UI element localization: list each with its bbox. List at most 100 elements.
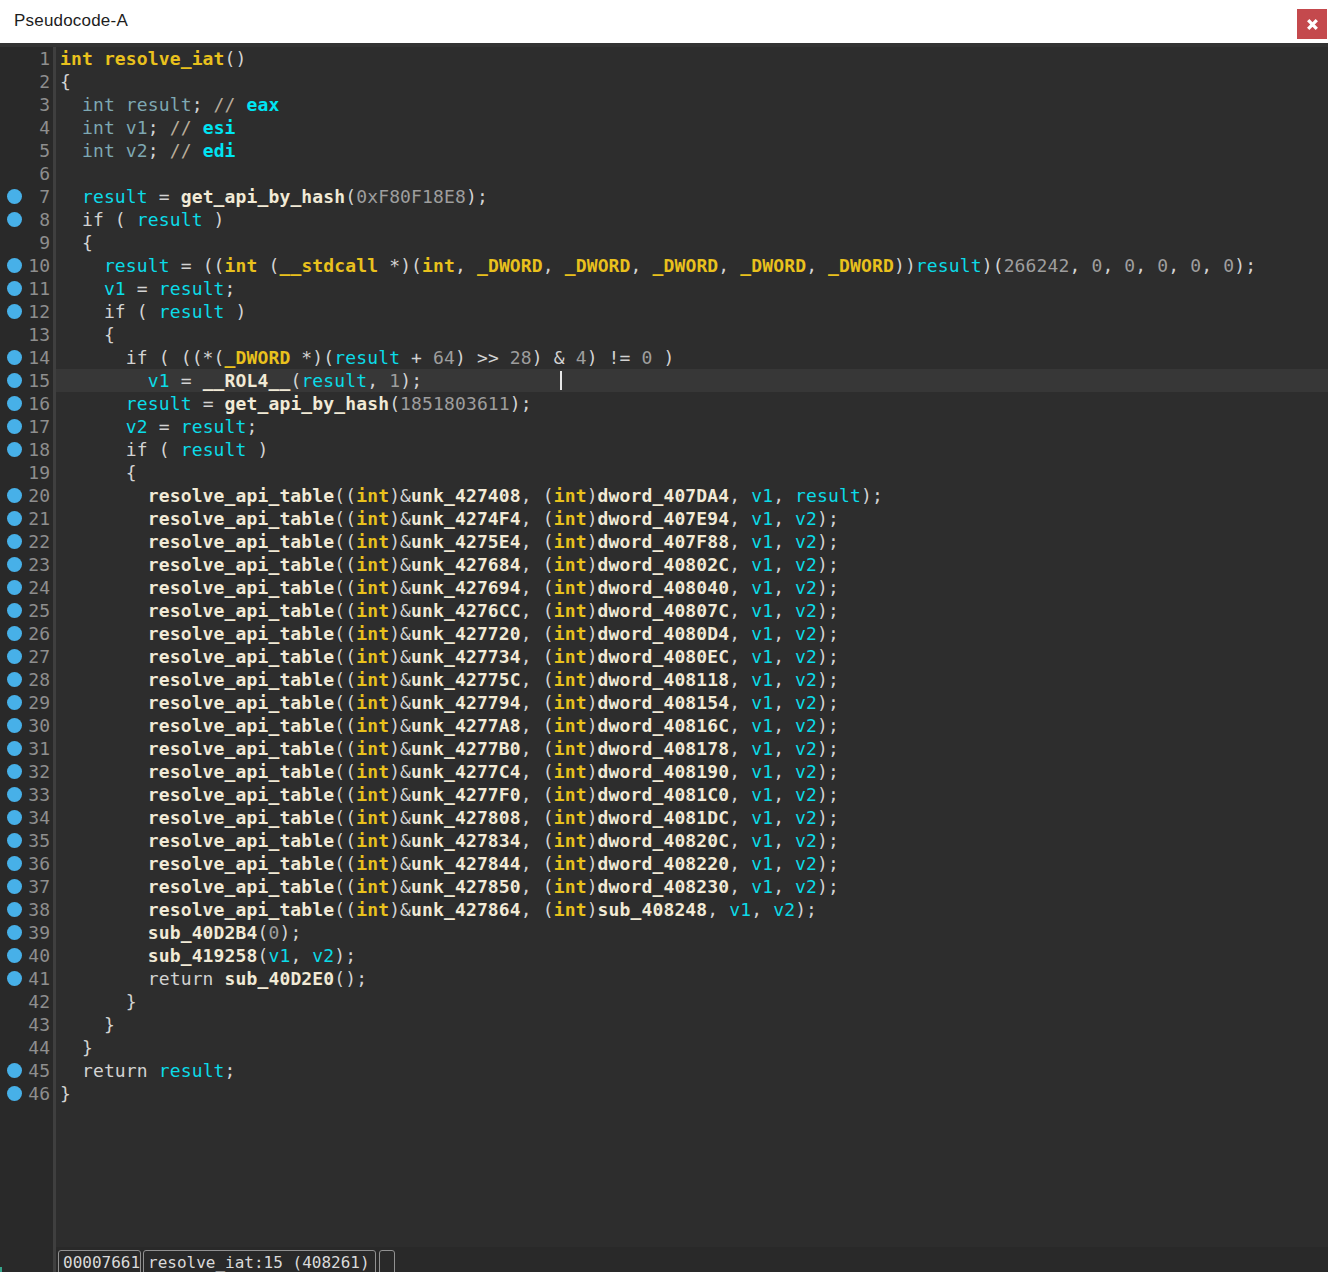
code-line-18[interactable]: 18 if ( result ) bbox=[0, 438, 1328, 461]
code-line-24[interactable]: 24 resolve_api_table((int)&unk_427694, (… bbox=[0, 576, 1328, 599]
code-text: result = ((int (__stdcall *)(int, _DWORD… bbox=[60, 254, 1256, 277]
pseudocode-window: {"window": {"title": "Pseudocode-A", "cl… bbox=[0, 0, 1328, 1272]
line-number: 30 bbox=[0, 714, 50, 737]
code-line-13[interactable]: 13 { bbox=[0, 323, 1328, 346]
status-position-box: resolve_iat:15 (408261) bbox=[143, 1250, 376, 1272]
code-text: resolve_api_table((int)&unk_4277F0, (int… bbox=[60, 783, 839, 806]
code-line-39[interactable]: 39 sub_40D2B4(0); bbox=[0, 921, 1328, 944]
code-text: resolve_api_table((int)&unk_4277C4, (int… bbox=[60, 760, 839, 783]
code-line-14[interactable]: 14 if ( ((*(_DWORD *)(result + 64) >> 28… bbox=[0, 346, 1328, 369]
code-line-4[interactable]: 4 int v1; // esi bbox=[0, 116, 1328, 139]
code-line-26[interactable]: 26 resolve_api_table((int)&unk_427720, (… bbox=[0, 622, 1328, 645]
titlebar: Pseudocode-A bbox=[0, 0, 1328, 43]
line-number: 29 bbox=[0, 691, 50, 714]
code-line-23[interactable]: 23 resolve_api_table((int)&unk_427684, (… bbox=[0, 553, 1328, 576]
code-text: result = get_api_by_hash(1851803611); bbox=[60, 392, 532, 415]
code-text: resolve_api_table((int)&unk_427834, (int… bbox=[60, 829, 839, 852]
code-line-9[interactable]: 9 { bbox=[0, 231, 1328, 254]
line-number: 13 bbox=[0, 323, 50, 346]
code-line-31[interactable]: 31 resolve_api_table((int)&unk_4277B0, (… bbox=[0, 737, 1328, 760]
line-number: 12 bbox=[0, 300, 50, 323]
line-number: 22 bbox=[0, 530, 50, 553]
code-line-6[interactable]: 6 bbox=[0, 162, 1328, 185]
code-line-44[interactable]: 44 } bbox=[0, 1036, 1328, 1059]
code-text: resolve_api_table((int)&unk_427694, (int… bbox=[60, 576, 839, 599]
code-line-25[interactable]: 25 resolve_api_table((int)&unk_4276CC, (… bbox=[0, 599, 1328, 622]
line-number: 8 bbox=[0, 208, 50, 231]
code-line-37[interactable]: 37 resolve_api_table((int)&unk_427850, (… bbox=[0, 875, 1328, 898]
code-line-43[interactable]: 43 } bbox=[0, 1013, 1328, 1036]
code-line-22[interactable]: 22 resolve_api_table((int)&unk_4275E4, (… bbox=[0, 530, 1328, 553]
line-number: 33 bbox=[0, 783, 50, 806]
code-line-21[interactable]: 21 resolve_api_table((int)&unk_4274F4, (… bbox=[0, 507, 1328, 530]
code-line-45[interactable]: 45 return result; bbox=[0, 1059, 1328, 1082]
code-line-15[interactable]: 15 v1 = __ROL4__(result, 1); bbox=[0, 369, 1328, 392]
code-line-41[interactable]: 41 return sub_40D2E0(); bbox=[0, 967, 1328, 990]
code-line-7[interactable]: 7 result = get_api_by_hash(0xF80F18E8); bbox=[0, 185, 1328, 208]
code-line-5[interactable]: 5 int v2; // edi bbox=[0, 139, 1328, 162]
line-number: 28 bbox=[0, 668, 50, 691]
code-text: sub_40D2B4(0); bbox=[60, 921, 301, 944]
line-number: 42 bbox=[0, 990, 50, 1013]
text-cursor bbox=[560, 371, 562, 390]
line-number: 32 bbox=[0, 760, 50, 783]
line-number: 44 bbox=[0, 1036, 50, 1059]
code-line-8[interactable]: 8 if ( result ) bbox=[0, 208, 1328, 231]
code-line-17[interactable]: 17 v2 = result; bbox=[0, 415, 1328, 438]
line-number: 27 bbox=[0, 645, 50, 668]
line-number: 11 bbox=[0, 277, 50, 300]
line-number: 31 bbox=[0, 737, 50, 760]
code-line-28[interactable]: 28 resolve_api_table((int)&unk_42775C, (… bbox=[0, 668, 1328, 691]
code-line-3[interactable]: 3 int result; // eax bbox=[0, 93, 1328, 116]
code-line-46[interactable]: 46} bbox=[0, 1082, 1328, 1105]
code-line-12[interactable]: 12 if ( result ) bbox=[0, 300, 1328, 323]
code-line-10[interactable]: 10 result = ((int (__stdcall *)(int, _DW… bbox=[0, 254, 1328, 277]
code-line-11[interactable]: 11 v1 = result; bbox=[0, 277, 1328, 300]
line-number: 39 bbox=[0, 921, 50, 944]
code-line-20[interactable]: 20 resolve_api_table((int)&unk_427408, (… bbox=[0, 484, 1328, 507]
code-line-30[interactable]: 30 resolve_api_table((int)&unk_4277A8, (… bbox=[0, 714, 1328, 737]
line-number: 17 bbox=[0, 415, 50, 438]
code-text: resolve_api_table((int)&unk_427408, (int… bbox=[60, 484, 883, 507]
code-text: { bbox=[60, 323, 115, 346]
close-button[interactable] bbox=[1297, 9, 1327, 39]
code-line-35[interactable]: 35 resolve_api_table((int)&unk_427834, (… bbox=[0, 829, 1328, 852]
code-line-36[interactable]: 36 resolve_api_table((int)&unk_427844, (… bbox=[0, 852, 1328, 875]
status-address-box: 00007661 bbox=[58, 1250, 141, 1272]
code-line-38[interactable]: 38 resolve_api_table((int)&unk_427864, (… bbox=[0, 898, 1328, 921]
code-line-16[interactable]: 16 result = get_api_by_hash(1851803611); bbox=[0, 392, 1328, 415]
code-line-40[interactable]: 40 sub_419258(v1, v2); bbox=[0, 944, 1328, 967]
line-number: 19 bbox=[0, 461, 50, 484]
line-number: 21 bbox=[0, 507, 50, 530]
line-number: 5 bbox=[0, 139, 50, 162]
code-text: } bbox=[60, 1082, 71, 1105]
close-icon bbox=[1306, 18, 1319, 31]
code-line-29[interactable]: 29 resolve_api_table((int)&unk_427794, (… bbox=[0, 691, 1328, 714]
code-text: resolve_api_table((int)&unk_427684, (int… bbox=[60, 553, 839, 576]
code-line-2[interactable]: 2{ bbox=[0, 70, 1328, 93]
line-number: 7 bbox=[0, 185, 50, 208]
code-text: resolve_api_table((int)&unk_4274F4, (int… bbox=[60, 507, 839, 530]
line-number: 14 bbox=[0, 346, 50, 369]
pseudocode-view[interactable]: 1int resolve_iat()2{3 int result; // eax… bbox=[0, 43, 1328, 1272]
line-number: 3 bbox=[0, 93, 50, 116]
code-line-33[interactable]: 33 resolve_api_table((int)&unk_4277F0, (… bbox=[0, 783, 1328, 806]
code-text: resolve_api_table((int)&unk_427720, (int… bbox=[60, 622, 839, 645]
line-number: 20 bbox=[0, 484, 50, 507]
code-line-27[interactable]: 27 resolve_api_table((int)&unk_427734, (… bbox=[0, 645, 1328, 668]
code-line-19[interactable]: 19 { bbox=[0, 461, 1328, 484]
code-text: v2 = result; bbox=[60, 415, 258, 438]
code-text: v1 = __ROL4__(result, 1); bbox=[60, 369, 422, 392]
code-line-1[interactable]: 1int resolve_iat() bbox=[0, 47, 1328, 70]
code-line-32[interactable]: 32 resolve_api_table((int)&unk_4277C4, (… bbox=[0, 760, 1328, 783]
code-line-42[interactable]: 42 } bbox=[0, 990, 1328, 1013]
code-text: v1 = result; bbox=[60, 277, 236, 300]
code-line-34[interactable]: 34 resolve_api_table((int)&unk_427808, (… bbox=[0, 806, 1328, 829]
code-text: resolve_api_table((int)&unk_427794, (int… bbox=[60, 691, 839, 714]
code-text: } bbox=[60, 990, 137, 1013]
code-text: return sub_40D2E0(); bbox=[60, 967, 367, 990]
line-number: 9 bbox=[0, 231, 50, 254]
corner-activity-indicator bbox=[0, 1267, 2, 1272]
code-text: resolve_api_table((int)&unk_427734, (int… bbox=[60, 645, 839, 668]
line-number: 23 bbox=[0, 553, 50, 576]
